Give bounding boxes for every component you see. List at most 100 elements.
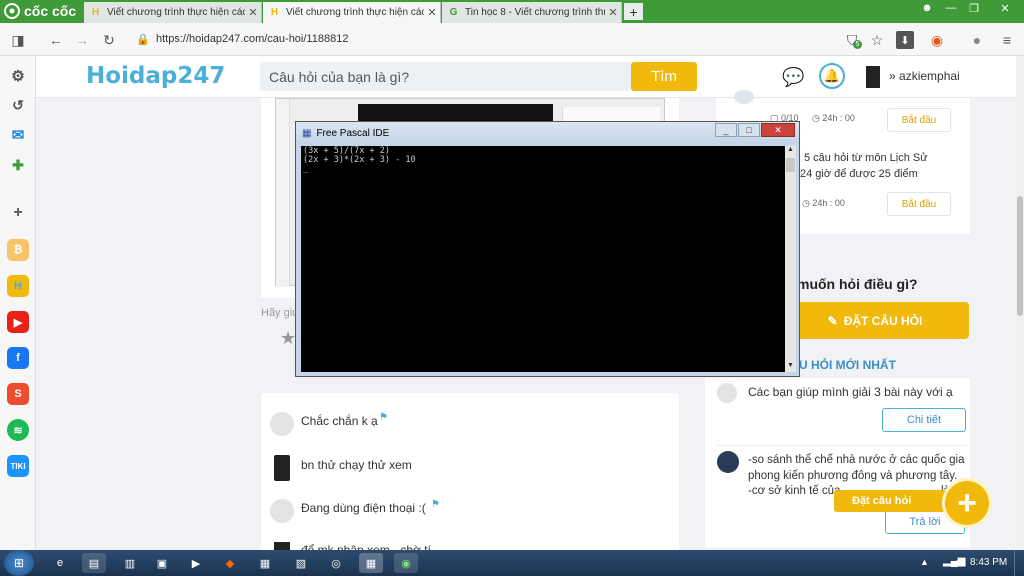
avatar[interactable] [866,66,880,88]
google-favicon-icon: G [449,7,458,18]
start-task-button[interactable]: Bắt đầu [887,108,951,132]
avatar [270,412,294,436]
minimize-icon[interactable]: — [940,0,962,16]
pascal-title: Free Pascal IDE [316,127,390,139]
username[interactable]: » azkiemphai [889,69,960,83]
chat-icon[interactable]: 💬 [782,67,804,88]
pascal-terminal[interactable]: (3x + 5)/(7x + 2) (2x + 3)*(2x + 3) - 10… [301,146,796,372]
tiki-icon[interactable]: TIKI [7,455,29,477]
browser-brand[interactable]: cốc cốc [4,2,76,20]
comment-text: Đang dùng điện thoại :( [301,501,426,515]
history-icon[interactable]: ↺ [7,94,29,116]
youtube-icon[interactable]: ▶ [7,311,29,333]
show-desktop-button[interactable] [1014,550,1024,576]
app-icon[interactable]: ▦ [253,553,277,573]
tab-2[interactable]: H Viết chương trình thực hiện các ph ✕ [263,2,441,23]
close-tab-icon[interactable]: ✕ [245,6,261,19]
close-tab-icon[interactable]: ✕ [605,6,621,19]
tab-title: Viết chương trình thực hiện các ph [286,7,424,18]
detail-button[interactable]: Chi tiết [882,408,966,432]
scroll-up-icon[interactable]: ▲ [785,146,796,156]
browser-tab-bar: cốc cốc H Viết chương trình thực hiện cá… [0,0,1024,23]
terminal-scrollbar[interactable]: ▲ ▼ [785,146,796,372]
bell-icon[interactable]: 🔔 [819,63,845,89]
restore-icon[interactable]: ❐ [963,0,985,16]
search-input[interactable]: Câu hỏi của bạn là gì? [260,62,632,91]
add-shortcut-icon[interactable]: + [7,202,29,224]
tab-title: Viết chương trình thực hiện các ph [107,7,245,18]
reload-icon[interactable]: ↻ [100,31,118,49]
task-timer: ◷ 24h : 00 [812,113,855,124]
tray-arrow-icon[interactable]: ▲ [920,557,929,567]
badge-count: 5 [853,40,862,49]
profile-icon[interactable]: ☻ [916,0,938,16]
floating-ask-label[interactable]: Đặt câu hỏi [834,490,954,512]
latest-questions-heading: U HỎI MỚI NHẤT [799,358,896,372]
app-icon[interactable]: ▣ [150,553,174,573]
messenger-icon[interactable]: ✉ [7,124,29,146]
media-player-icon[interactable]: ▶ [184,553,208,573]
terminal-line: (2x + 3)*(2x + 3) - 10 [303,155,416,165]
clock-icon: ◷ [802,198,810,208]
coin-icon[interactable]: ₿ [7,239,29,261]
back-icon[interactable]: ← [47,31,65,49]
hoidap-favicon-icon: H [91,7,100,18]
start-task-button[interactable]: Bắt đầu [887,192,951,216]
url-field[interactable]: https://hoidap247.com/cau-hoi/1188812 [156,28,856,50]
app-icon[interactable]: ◎ [324,553,348,573]
spotify-icon[interactable]: ≋ [7,419,29,441]
pascal-taskbar-icon[interactable]: ▦ [359,553,383,573]
coccoc-taskbar-icon[interactable]: ◉ [394,553,418,573]
page-scrollbar[interactable] [1016,56,1024,550]
lock-icon: 🔒 [136,33,150,46]
minimize-icon[interactable]: _ [715,123,737,137]
question-text: Các bạn giúp mình giải 3 bài này với ạ [748,385,953,399]
sidebar-toggle-icon[interactable]: ◨ [9,31,27,49]
avatar [717,451,739,473]
site-logo[interactable]: Hoidap247 [86,63,225,89]
maximize-icon[interactable]: □ [738,123,760,137]
ie-icon[interactable]: e [48,553,72,573]
taskbar-clock[interactable]: 8:43 PM [970,557,1007,568]
search-button[interactable]: Tìm [631,62,697,91]
scrollbar-thumb[interactable] [1017,196,1023,316]
explorer-icon[interactable]: ▤ [82,553,106,573]
divider [717,445,967,446]
close-tab-icon[interactable]: ✕ [424,6,440,19]
pascal-window[interactable]: ▦ Free Pascal IDE _ □ ✕ (3x + 5)/(7x + 2… [295,121,800,377]
clock-icon: ◷ [812,113,820,123]
facebook-icon[interactable]: f [7,347,29,369]
settings-icon[interactable]: ⚙ [7,65,29,87]
flag-icon[interactable]: ⚑ [379,412,388,423]
start-button[interactable]: ⊞ [4,550,34,576]
ask-question-button[interactable]: ✎ ĐẶT CÂU HỎI [781,302,969,339]
scroll-thumb[interactable] [786,158,795,172]
task-timer: ◷ 24h : 00 [802,198,845,209]
star-rating-icon[interactable]: ★ [280,328,296,349]
extension-icon[interactable]: ◉ [928,31,946,49]
download-icon[interactable]: ⬇ [896,31,914,49]
question-text: -cơ sở kinh tế của [748,485,841,497]
tab-3[interactable]: G Tin học 8 - Viết chương trình thực ✕ [442,2,622,23]
browser-brand-label: cốc cốc [24,3,77,19]
new-tab-button[interactable]: + [624,3,643,20]
app-icon[interactable]: ◆ [218,553,242,573]
user-icon[interactable]: ● [968,31,986,49]
flag-icon[interactable]: ⚑ [431,499,440,510]
floating-ask-button[interactable]: + [942,478,992,528]
star-icon[interactable]: ☆ [868,31,886,49]
tab-1[interactable]: H Viết chương trình thực hiện các ph ✕ [84,2,262,23]
scroll-down-icon[interactable]: ▼ [785,362,796,372]
close-window-icon[interactable]: ✕ [990,0,1020,16]
app-icon[interactable]: ▧ [289,553,313,573]
shopee-icon[interactable]: S [7,383,29,405]
question-text: phong kiến phương đông và phương tây. [748,470,958,482]
gamepad-icon[interactable]: ✚ [7,154,29,176]
forward-icon[interactable]: → [73,31,91,49]
close-icon[interactable]: ✕ [761,123,795,137]
volume-icon[interactable]: ◀ [955,556,963,567]
embedded-sidebar [276,99,290,287]
app-icon[interactable]: ▥ [118,553,142,573]
menu-icon[interactable]: ≡ [998,31,1016,49]
hoidap-icon[interactable]: H [7,275,29,297]
